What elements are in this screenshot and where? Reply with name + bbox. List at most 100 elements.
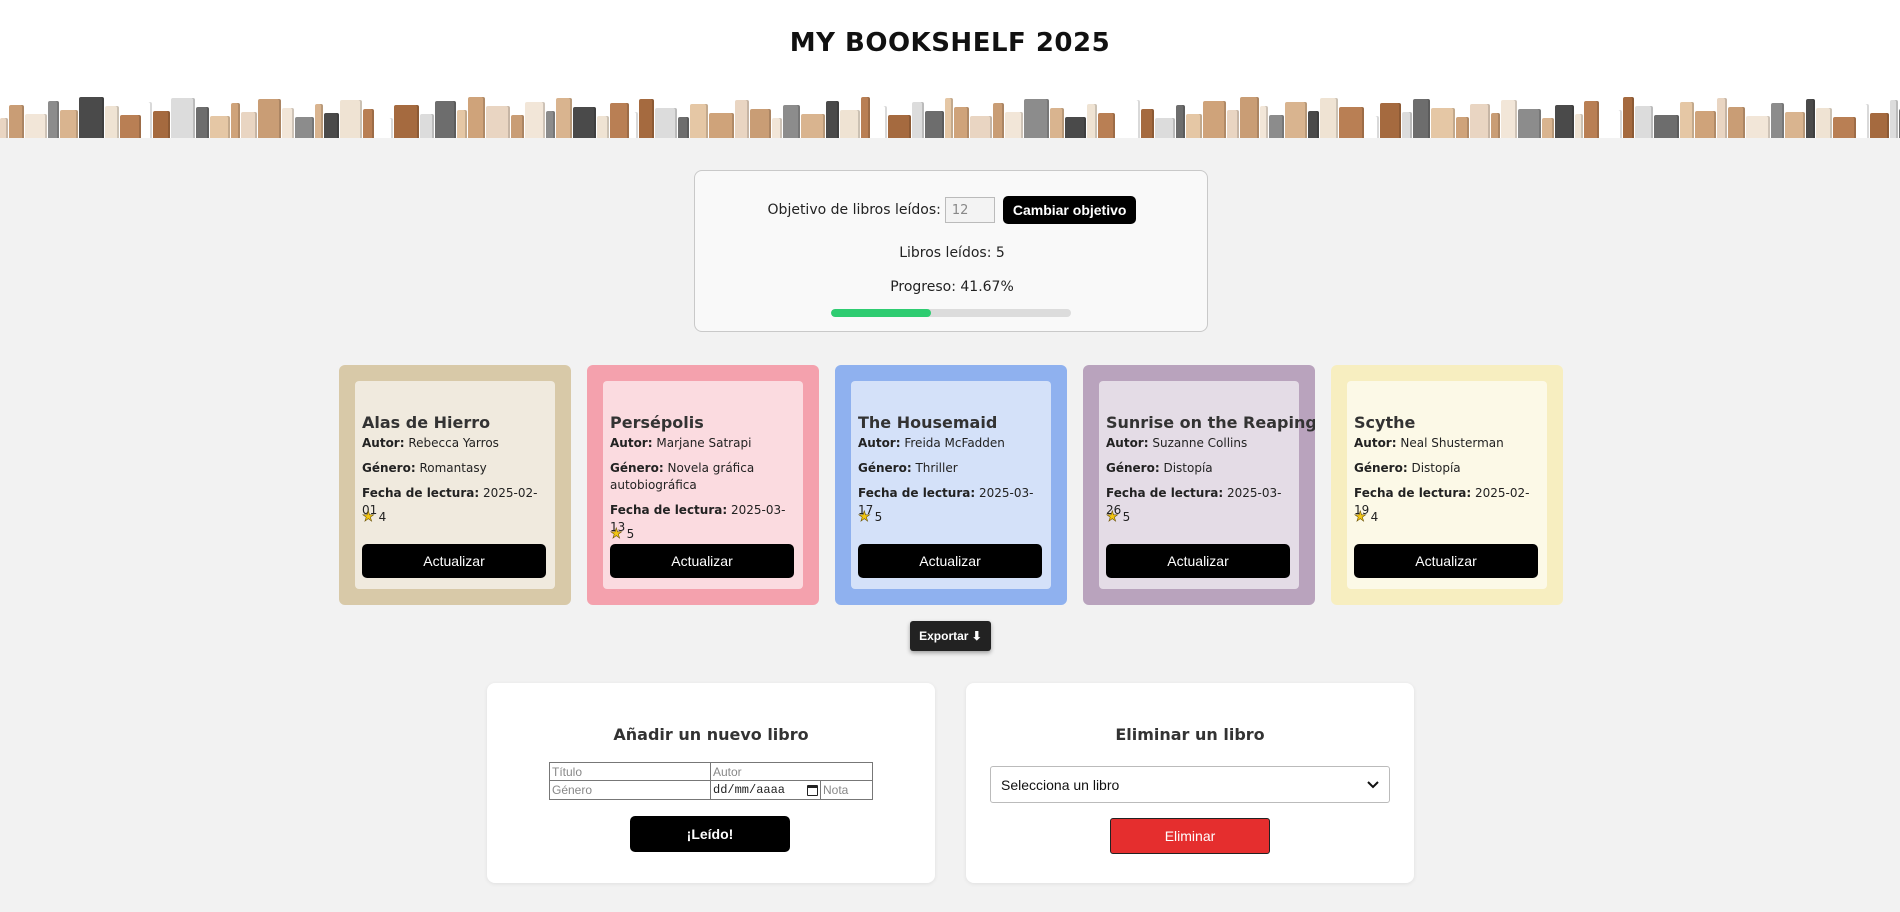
book-select[interactable]: Selecciona un libro (990, 766, 1390, 803)
book-spine (142, 102, 152, 138)
star-icon: ★ (1106, 509, 1119, 526)
book-rating: ★ 5 (858, 509, 882, 526)
page-title: MY BOOKSHELF 2025 (789, 28, 1111, 58)
add-book-title: Añadir un nuevo libro (613, 725, 809, 744)
book-spine (1623, 97, 1634, 138)
date-label: Fecha de lectura: (1354, 486, 1472, 500)
book-spine (153, 111, 170, 138)
book-spine (231, 103, 240, 138)
book-date: Fecha de lectura: 2025-03-13 (610, 502, 800, 536)
book-spine (1857, 104, 1869, 138)
book-spine (120, 115, 141, 138)
book-spine (1141, 109, 1154, 138)
book-card-content: Sunrise on the Reaping Autor: Suzanne Co… (1099, 381, 1315, 589)
author-value: Neal Shusterman (1400, 436, 1504, 450)
book-spine (1024, 99, 1049, 138)
book-spine (709, 113, 734, 138)
book-spine (1227, 110, 1239, 138)
book-spine (1680, 102, 1694, 138)
book-card-content: Persépolis Autor: Marjane Satrapi Género… (603, 381, 803, 589)
book-spine (1260, 106, 1268, 138)
book-spine (573, 107, 596, 138)
book-spine (60, 110, 78, 138)
books-read-count: Libros leídos: 5 (899, 245, 1005, 261)
book-spine (1717, 98, 1727, 138)
book-title: Scythe (1354, 413, 1416, 432)
book-spine (1308, 111, 1319, 138)
delete-book-panel: Eliminar un libro Selecciona un libro El… (966, 683, 1414, 883)
book-card: Alas de Hierro Autor: Rebecca Yarros Gén… (339, 365, 571, 605)
book-card-content: Scythe Autor: Neal Shusterman Género: Di… (1347, 381, 1547, 589)
rating-value: 5 (1122, 510, 1131, 524)
progress-bar (831, 309, 1071, 317)
book-spine (210, 116, 230, 138)
genre-input[interactable]: Género (549, 781, 711, 800)
date-label: Fecha de lectura: (362, 486, 480, 500)
book-spine (171, 98, 195, 138)
book-card: The Housemaid Autor: Freida McFadden Gén… (835, 365, 1067, 605)
book-spine (1087, 104, 1097, 138)
book-spine (1771, 103, 1784, 138)
add-book-form: Título Autor Género dd/mm/aaaa Nota (549, 762, 873, 800)
book-spine (420, 114, 434, 138)
update-button[interactable]: Actualizar (362, 544, 546, 578)
book-spine (945, 98, 953, 138)
genre-label: Género: (1354, 461, 1408, 475)
genre-value: Distopía (1163, 461, 1213, 475)
book-spine (1501, 100, 1517, 138)
book-spine (1176, 105, 1185, 138)
book-genre: Género: Thriller (858, 460, 1048, 477)
rating-value: 5 (626, 527, 635, 541)
book-genre: Género: Romantasy (362, 460, 552, 477)
book-spine (1098, 113, 1115, 138)
book-spine (295, 117, 314, 138)
genre-value: Romantasy (419, 461, 487, 475)
book-spine (1600, 110, 1622, 138)
mark-read-button[interactable]: ¡Leído! (630, 816, 790, 852)
add-book-panel: Añadir un nuevo libro Título Autor Géner… (487, 683, 935, 883)
book-date: Fecha de lectura: 2025-02-19 (1354, 485, 1544, 519)
book-author: Autor: Suzanne Collins (1106, 435, 1296, 452)
change-goal-button[interactable]: Cambiar objetivo (1002, 196, 1137, 224)
book-spine (1050, 108, 1064, 138)
genre-label: Género: (362, 461, 416, 475)
book-spine (340, 100, 362, 138)
book-select-value: Selecciona un libro (1001, 776, 1120, 793)
update-button[interactable]: Actualizar (858, 544, 1042, 578)
author-label: Autor: (858, 436, 901, 450)
delete-button[interactable]: Eliminar (1110, 818, 1270, 854)
book-spine (1728, 107, 1745, 138)
note-input[interactable]: Nota (821, 781, 873, 800)
book-spine (1491, 113, 1500, 138)
book-spine (1285, 102, 1307, 138)
update-button[interactable]: Actualizar (1354, 544, 1538, 578)
calendar-icon[interactable] (807, 784, 818, 796)
book-spine (435, 101, 456, 138)
book-spine (394, 105, 419, 138)
book-date: Fecha de lectura: 2025-03-26 (1106, 485, 1296, 519)
update-button[interactable]: Actualizar (1106, 544, 1290, 578)
book-spine (511, 115, 524, 138)
book-spine (783, 105, 800, 138)
author-label: Autor: (610, 436, 653, 450)
book-spine (610, 103, 629, 138)
book-spine (79, 97, 104, 138)
update-button[interactable]: Actualizar (610, 544, 794, 578)
date-input[interactable]: dd/mm/aaaa (711, 781, 821, 800)
book-spine (457, 110, 467, 138)
book-spine (546, 111, 555, 138)
export-button[interactable]: Exportar ⬇ (910, 621, 991, 651)
book-spine (1365, 116, 1379, 138)
book-spine (1413, 99, 1430, 138)
book-author: Autor: Freida McFadden (858, 435, 1048, 452)
goal-input[interactable] (944, 197, 995, 223)
chevron-down-icon (1367, 780, 1379, 788)
title-input[interactable]: Título (549, 762, 711, 781)
book-spine (655, 108, 677, 138)
book-genre: Género: Novela gráfica autobiográfica (610, 460, 800, 494)
book-spine (1816, 108, 1832, 138)
book-spine (363, 109, 374, 138)
book-title: Sunrise on the Reaping (1106, 413, 1315, 432)
author-input[interactable]: Autor (711, 762, 873, 781)
author-value: Rebecca Yarros (408, 436, 499, 450)
